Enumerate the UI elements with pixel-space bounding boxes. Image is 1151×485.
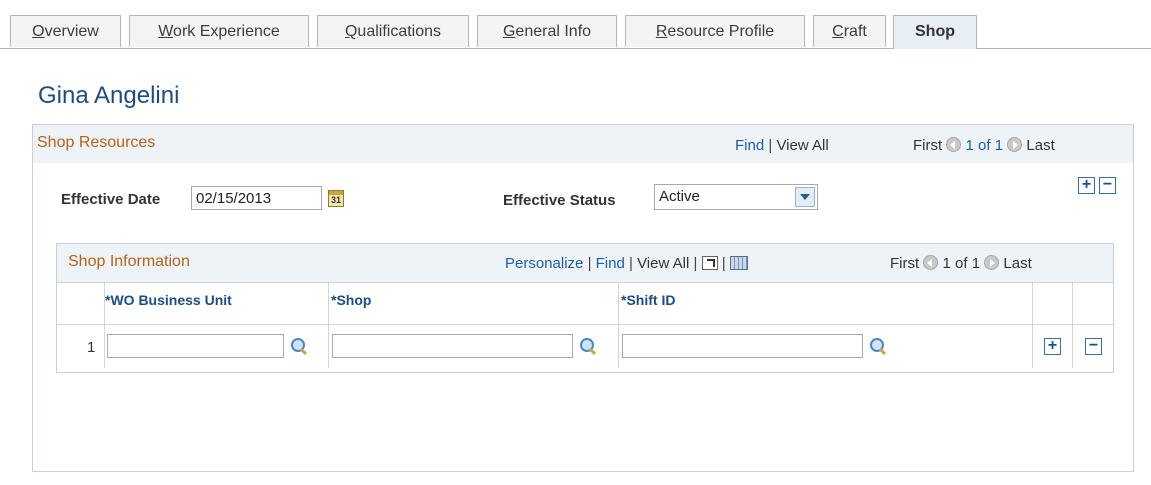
first-label: First (913, 137, 943, 154)
row-number-header (57, 282, 105, 324)
delete-row-button[interactable]: − (1099, 177, 1116, 194)
separator: | (768, 137, 773, 154)
effective-date-input[interactable] (191, 186, 322, 210)
shop-information-grid: Shop Information Personalize | Find | Vi… (56, 243, 1114, 373)
row-count: 1 of 1 (965, 137, 1004, 154)
wo-business-unit-cell (105, 324, 329, 368)
view-all-link[interactable]: View All (637, 255, 689, 272)
wo-business-unit-input[interactable] (107, 334, 284, 358)
row-count: 1 of 1 (942, 255, 981, 272)
tab-resource-profile[interactable]: Resource Profile (625, 15, 805, 47)
download-grid-icon[interactable] (729, 256, 748, 270)
personalize-link[interactable]: Personalize (505, 255, 583, 272)
tab-work-experience[interactable]: Work Experience (129, 15, 309, 47)
delete-row-button[interactable]: − (1085, 338, 1102, 355)
shop-resources-title: Shop Resources (37, 134, 156, 151)
table-row: 1 (57, 324, 105, 368)
delete-cell: − (1073, 324, 1113, 368)
calendar-icon[interactable]: 31 (328, 190, 344, 207)
shop-input[interactable] (332, 334, 573, 358)
shop-cell (329, 324, 619, 368)
view-all-link[interactable]: View All (776, 137, 828, 154)
tab-qualifications[interactable]: Qualifications (317, 15, 469, 47)
effective-date-label: Effective Date (61, 191, 161, 208)
previous-icon[interactable] (946, 137, 962, 152)
column-header-shift-id: *Shift ID (619, 282, 1033, 324)
find-link[interactable]: Find (735, 137, 764, 154)
tab-craft[interactable]: Craft (813, 15, 886, 47)
page-title: Gina Angelini (38, 82, 180, 109)
next-icon[interactable] (1007, 137, 1023, 152)
first-label: First (890, 255, 920, 272)
column-header-wo-business-unit: *WO Business Unit (105, 282, 329, 324)
shift-id-input[interactable] (622, 334, 863, 358)
search-icon[interactable] (870, 338, 886, 354)
search-icon[interactable] (291, 338, 307, 354)
tab-overview[interactable]: Overview (10, 15, 121, 47)
tab-general-info[interactable]: General Info (477, 15, 617, 47)
shift-id-cell (619, 324, 1033, 368)
effective-status-select[interactable]: Active (654, 184, 818, 210)
row-number: 1 (87, 339, 96, 356)
separator: | (629, 255, 633, 272)
last-label: Last (1003, 255, 1032, 272)
add-row-button[interactable]: + (1078, 177, 1095, 194)
separator: | (721, 255, 726, 272)
previous-icon[interactable] (923, 255, 939, 270)
column-header-shop: *Shop (329, 282, 619, 324)
shop-information-header: Shop Information Personalize | Find | Vi… (57, 244, 1113, 282)
find-link[interactable]: Find (596, 255, 625, 272)
next-icon[interactable] (984, 255, 1000, 270)
delete-column-header (1073, 282, 1113, 324)
add-cell: + (1033, 324, 1073, 368)
effective-status-value: Active (659, 188, 700, 205)
new-window-icon[interactable] (701, 256, 718, 270)
separator: | (693, 255, 698, 272)
search-icon[interactable] (580, 338, 596, 354)
shop-resources-header: Shop Resources Find | View All First 1 o… (33, 125, 1133, 163)
separator: | (587, 255, 592, 272)
tab-shop[interactable]: Shop (893, 15, 977, 49)
add-column-header (1033, 282, 1073, 324)
add-row-button[interactable]: + (1044, 338, 1061, 355)
shop-information-title: Shop Information (68, 253, 190, 270)
tab-bar: Overview Work Experience Qualifications … (0, 0, 1151, 49)
last-label: Last (1026, 137, 1055, 154)
chevron-down-icon (795, 187, 815, 207)
effective-status-label: Effective Status (503, 192, 616, 209)
